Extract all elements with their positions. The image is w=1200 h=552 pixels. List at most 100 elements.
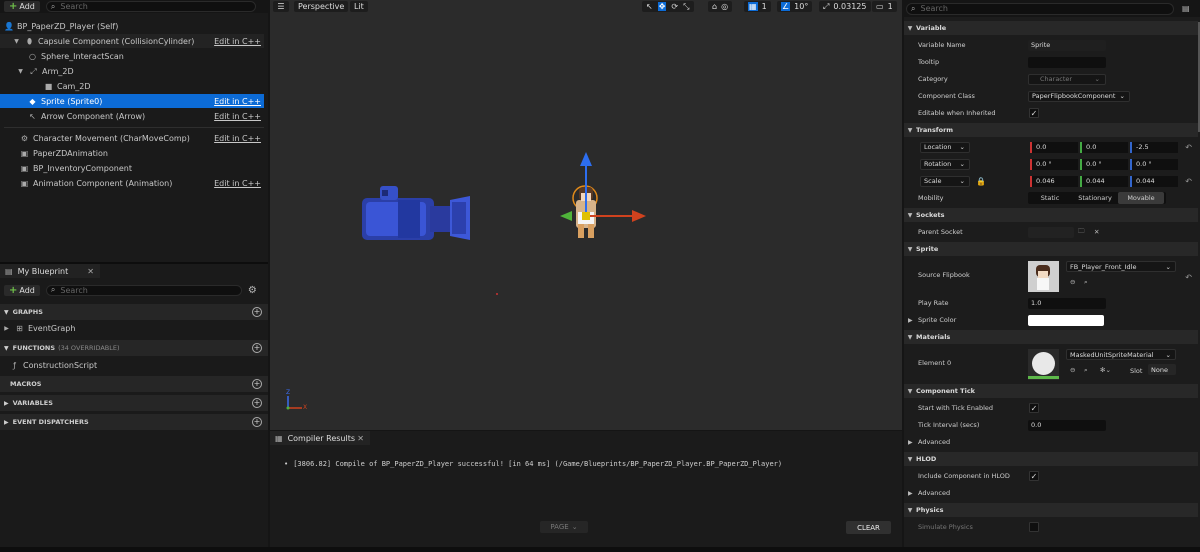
tree-item-sphere[interactable]: ○ Sphere_InteractScan (0, 49, 264, 63)
tab-compiler-results[interactable]: ▦ Compiler Results ✕ (270, 431, 370, 445)
folder-search-icon[interactable]: 🗀 (1078, 227, 1085, 238)
section-functions[interactable]: ▼ FUNCTIONS (34 OVERRIDABLE) + (0, 340, 268, 356)
simulate-physics-checkbox[interactable] (1029, 522, 1039, 532)
component-root[interactable]: 👤 BP_PaperZD_Player (Self) (0, 19, 264, 33)
close-icon[interactable]: ✕ (357, 434, 364, 443)
parent-socket-input[interactable] (1028, 226, 1074, 238)
mobility-movable[interactable]: Movable (1118, 192, 1164, 204)
scale-x-input[interactable]: 0.046 (1030, 175, 1078, 187)
rotation-dropdown[interactable]: Rotation ⌄ (920, 158, 970, 170)
reset-arrow-icon[interactable]: ↶ (1185, 273, 1192, 282)
section-transform[interactable]: ▼ Transform (904, 123, 1198, 137)
material-thumbnail[interactable] (1028, 349, 1059, 380)
tick-interval-input[interactable]: 0.0 (1028, 419, 1106, 431)
section-sockets[interactable]: ▼ Sockets (904, 208, 1198, 222)
plus-icon: + (9, 284, 18, 296)
material-options-icon[interactable]: ✻⌄ (1100, 366, 1111, 374)
tooltip-input[interactable] (1028, 56, 1106, 68)
viewport[interactable]: ☰ Perspective Lit ↖ ✥ ⟳ ⤡ ⌂ ◎ ▦ 1 ∠ 10° … (270, 0, 902, 430)
add-graph-button[interactable]: + (252, 307, 262, 317)
add-dispatcher-button[interactable]: + (252, 417, 262, 427)
section-dispatchers[interactable]: ▶ EVENT DISPATCHERS + (0, 414, 268, 430)
rotation-z-input[interactable]: 0.0 ° (1130, 158, 1178, 170)
edit-cpp-link[interactable]: Edit in C++ (214, 179, 261, 188)
add-macro-button[interactable]: + (252, 379, 262, 389)
scale-y-input[interactable]: 0.044 (1080, 175, 1128, 187)
lock-icon[interactable]: 🔒 (976, 177, 986, 186)
editable-inherited-checkbox[interactable]: ✓ (1029, 108, 1039, 118)
grid-view-icon[interactable]: ▤ (1182, 4, 1190, 13)
browse-icon[interactable]: ⌕ (1084, 278, 1088, 287)
rotation-y-input[interactable]: 0.0 ° (1080, 158, 1128, 170)
mobility-stationary[interactable]: Stationary (1072, 194, 1118, 202)
scale-dropdown[interactable]: Scale ⌄ (920, 175, 970, 187)
section-graphs[interactable]: ▼ GRAPHS + (0, 304, 268, 320)
location-dropdown[interactable]: Location ⌄ (920, 141, 970, 153)
tree-item-inventory[interactable]: ▣ BP_InventoryComponent (0, 161, 264, 175)
mobility-static[interactable]: Static (1028, 194, 1072, 202)
tree-item-cam[interactable]: ■ Cam_2D (0, 79, 264, 93)
tree-item-sprite[interactable]: ◆ Sprite (Sprite0) Edit in C++ (0, 94, 264, 108)
divider (4, 127, 264, 128)
browse-icon[interactable]: ⌕ (1084, 366, 1088, 375)
clear-button[interactable]: CLEAR (846, 521, 891, 534)
edit-cpp-link[interactable]: Edit in C++ (214, 97, 261, 106)
reset-arrow-icon[interactable]: ↶ (1185, 177, 1192, 186)
list-item-eventgraph[interactable]: ▶ ⊞ EventGraph (0, 321, 264, 335)
component-icon: ▣ (20, 178, 29, 188)
component-class-dropdown[interactable]: PaperFlipbookComponent ⌄ (1028, 90, 1130, 102)
scale-z-input[interactable]: 0.044 (1130, 175, 1178, 187)
variable-name-input[interactable]: Sprite (1028, 39, 1106, 51)
edit-cpp-link[interactable]: Edit in C++ (214, 134, 261, 143)
transform-gizmo[interactable] (560, 152, 646, 222)
location-x-input[interactable]: 0.0 (1030, 141, 1078, 153)
tree-item-paperzd[interactable]: ▣ PaperZDAnimation (0, 146, 264, 160)
row-hlod-advanced[interactable]: ▶ Advanced (904, 486, 1198, 500)
list-item-construction[interactable]: ƒ ConstructionScript (0, 358, 264, 372)
my-blueprint-add-button[interactable]: + Add (4, 284, 40, 296)
location-y-input[interactable]: 0.0 (1080, 141, 1128, 153)
section-variables[interactable]: ▶ VARIABLES + (0, 395, 268, 411)
start-tick-checkbox[interactable]: ✓ (1029, 403, 1039, 413)
use-selected-icon[interactable]: ⊖ (1070, 366, 1075, 374)
add-function-button[interactable]: + (252, 343, 262, 353)
close-icon[interactable]: ✕ (87, 267, 94, 276)
location-z-input[interactable]: -2.5 (1130, 141, 1178, 153)
use-selected-icon[interactable]: ⊖ (1070, 278, 1075, 286)
tab-my-blueprint[interactable]: ▤ My Blueprint ✕ (0, 264, 100, 278)
section-component-tick[interactable]: ▼ Component Tick (904, 384, 1198, 398)
components-search-input[interactable]: ⌕ Search (45, 1, 256, 12)
edit-cpp-link[interactable]: Edit in C++ (214, 37, 261, 46)
gear-icon[interactable]: ⚙ (248, 285, 257, 296)
sprite-color-swatch[interactable] (1028, 314, 1104, 326)
row-tick-advanced[interactable]: ▶ Advanced (904, 435, 1198, 449)
rotation-x-input[interactable]: 0.0 ° (1030, 158, 1078, 170)
tree-item-animation[interactable]: ▣ Animation Component (Animation) Edit i… (0, 176, 264, 190)
reset-arrow-icon[interactable]: ↶ (1185, 143, 1192, 152)
flipbook-dropdown[interactable]: FB_Player_Front_Idle ⌄ (1066, 261, 1176, 272)
expand-arrow-icon[interactable]: ▶ (908, 317, 913, 324)
my-blueprint-search-input[interactable]: ⌕ Search (45, 284, 242, 296)
page-dropdown[interactable]: PAGE ⌄ (540, 521, 588, 533)
section-hlod[interactable]: ▼ HLOD (904, 452, 1198, 466)
section-macros[interactable]: MACROS + (0, 376, 268, 392)
slot-input[interactable]: None (1148, 364, 1176, 375)
section-sprite[interactable]: ▼ Sprite (904, 242, 1198, 256)
category-dropdown[interactable]: Character ⌄ (1028, 73, 1106, 85)
section-physics[interactable]: ▼ Physics (904, 503, 1198, 517)
tree-item-capsule[interactable]: ▼ ⬮ Capsule Component (CollisionCylinder… (0, 34, 264, 48)
edit-cpp-link[interactable]: Edit in C++ (214, 112, 261, 121)
section-variable[interactable]: ▼ Variable (904, 21, 1198, 35)
flipbook-thumbnail[interactable] (1028, 261, 1059, 292)
material-dropdown[interactable]: MaskedUnitSpriteMaterial ⌄ (1066, 349, 1176, 360)
section-materials[interactable]: ▼ Materials (904, 330, 1198, 344)
tree-item-arm[interactable]: ▼ ⤢ Arm_2D (0, 64, 264, 78)
include-hlod-checkbox[interactable]: ✓ (1029, 471, 1039, 481)
details-search-input[interactable]: ⌕ Search (906, 2, 1174, 15)
play-rate-input[interactable]: 1.0 (1028, 297, 1106, 309)
add-variable-button[interactable]: + (252, 398, 262, 408)
tree-item-charmove[interactable]: ⚙ Character Movement (CharMoveComp) Edit… (0, 131, 264, 145)
components-add-button[interactable]: + Add (4, 1, 40, 12)
clear-icon[interactable]: ✕ (1094, 228, 1099, 236)
tree-item-arrow[interactable]: ↖ Arrow Component (Arrow) Edit in C++ (0, 109, 264, 123)
